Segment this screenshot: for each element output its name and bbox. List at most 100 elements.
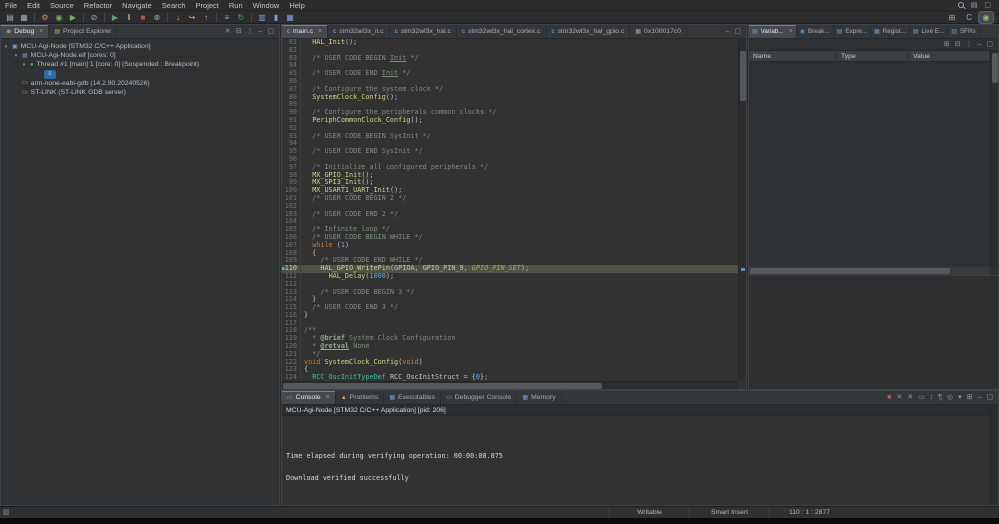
variables-tab-expre[interactable]: ▤Expre... xyxy=(834,25,871,38)
window-menu-icon[interactable]: ▢ xyxy=(984,2,991,9)
step-return-icon[interactable]: ↑ xyxy=(199,12,213,23)
display-selected-console-icon[interactable]: ▾ xyxy=(958,394,962,401)
editor-tab-stm32wl3x-it-c[interactable]: cstm32wl3x_it.c xyxy=(328,25,390,38)
collapse-all-icon[interactable]: ⊟ xyxy=(236,28,242,35)
scrollbar-thumb[interactable] xyxy=(992,53,998,83)
menu-project[interactable]: Project xyxy=(191,0,224,11)
debug-tree-row-6[interactable]: ▭ST-LINK (ST-LINK GDB server) xyxy=(1,88,279,97)
pin-console-icon[interactable]: ◎ xyxy=(947,394,953,401)
editor-tab-stm32wl3x-hal-gpio-c[interactable]: cstm32wl3x_hal_gpio.c xyxy=(547,25,631,38)
code-line-116[interactable]: 116} xyxy=(282,312,738,320)
save-icon[interactable]: ▦ xyxy=(17,12,31,23)
code-line-113[interactable]: 113 /* USER CODE BEGIN 3 */ xyxy=(282,289,738,297)
editor-horizontal-scrollbar[interactable] xyxy=(282,381,738,389)
console-output[interactable]: Time elapsed during verifying operation:… xyxy=(282,416,990,505)
editor-vertical-scrollbar[interactable] xyxy=(738,39,746,381)
code-line-106[interactable]: 106 /* USER CODE BEGIN WHILE */ xyxy=(282,234,738,242)
code-line-115[interactable]: 115 /* USER CODE END 3 */ xyxy=(282,304,738,312)
debug-tree-row-1[interactable]: ▾▣MCU-Agi-Node [STM32 C/C++ Application] xyxy=(1,42,279,51)
search-icon[interactable] xyxy=(958,2,964,8)
code-line-103[interactable]: 103 /* USER CODE END 2 */ xyxy=(282,211,738,219)
console-tab-debugger-console[interactable]: ▭Debugger Console xyxy=(441,391,517,404)
code-line-85[interactable]: 85 /* USER CODE END Init */ xyxy=(282,70,738,78)
code-area[interactable]: 81 HAL_Init();8283 /* USER CODE BEGIN In… xyxy=(282,39,738,381)
debug-tree-row-2[interactable]: ▾▦MCU-Agi-Node.elf [cores: 0] xyxy=(1,51,279,60)
editor-tab-stm32wl3x-hal-cortex-c[interactable]: cstm32wl3x_hal_cortex.c xyxy=(457,25,547,38)
close-icon[interactable]: × xyxy=(326,394,330,401)
code-line-83[interactable]: 83 /* USER CODE BEGIN Init */ xyxy=(282,55,738,63)
debug-tree-row-4[interactable]: ≡ xyxy=(1,70,279,79)
variables-tab-break[interactable]: ◉Break... xyxy=(797,25,834,38)
instruction-stepping-icon[interactable]: ≡ xyxy=(220,12,234,23)
code-line-88[interactable]: 88 SystemClock_Config(); xyxy=(282,94,738,102)
debug-perspective-icon[interactable]: ◉ xyxy=(979,12,993,23)
clear-console-icon[interactable]: ▭ xyxy=(918,394,925,401)
code-line-122[interactable]: 122void SystemClock_Config(void) xyxy=(282,359,738,367)
view-menu-icon[interactable]: ⋮ xyxy=(965,41,972,48)
collapse-all-icon[interactable]: ⊟ xyxy=(955,41,961,48)
resume-icon[interactable]: ▶ xyxy=(108,12,122,23)
terminate-icon[interactable]: ■ xyxy=(136,12,150,23)
code-line-111[interactable]: 111 HAL_Delay(1000); xyxy=(282,273,738,281)
disconnect-icon[interactable]: ⊗ xyxy=(150,12,164,23)
c-cpp-perspective-icon[interactable]: C xyxy=(962,12,976,23)
debug-tab-debug[interactable]: ◉Debug× xyxy=(1,25,49,38)
editor-tab-main-c[interactable]: cmain.c× xyxy=(282,25,328,38)
menu-navigate[interactable]: Navigate xyxy=(117,0,157,11)
expander-icon[interactable]: ▾ xyxy=(3,44,9,50)
code-line-91[interactable]: 91 PeriphCommonClock_Config(); xyxy=(282,117,738,125)
minimize-icon[interactable]: – xyxy=(977,41,981,48)
code-line-95[interactable]: 95 /* USER CODE END SysInit */ xyxy=(282,148,738,156)
debug-tree-row-3[interactable]: ▾●Thread #1 [main] 1 [core: 0] (Suspende… xyxy=(1,60,279,69)
swv-trace-icon[interactable]: ▮ xyxy=(269,12,283,23)
build-icon[interactable]: ⚙ xyxy=(38,12,52,23)
menu-run[interactable]: Run xyxy=(224,0,248,11)
column-header-name[interactable]: Name xyxy=(749,51,837,61)
scrollbar-thumb[interactable] xyxy=(740,51,746,101)
scroll-lock-icon[interactable]: ↕ xyxy=(930,394,934,401)
open-console-icon[interactable]: ⊞ xyxy=(967,394,973,401)
view-menu-icon[interactable]: ⋮ xyxy=(246,28,253,35)
minimize-icon[interactable]: – xyxy=(725,28,729,35)
scrollbar-thumb[interactable] xyxy=(283,383,602,389)
suspend-icon[interactable]: ‖ xyxy=(122,12,136,23)
run-launch-icon[interactable]: ▶ xyxy=(66,12,80,23)
variables-tab-live-e[interactable]: ▤Live E... xyxy=(910,25,948,38)
debug-launch-icon[interactable]: ◉ xyxy=(52,12,66,23)
menu-refactor[interactable]: Refactor xyxy=(79,0,117,11)
variables-table-body[interactable] xyxy=(749,62,990,267)
remove-launch-icon[interactable]: ✕ xyxy=(896,394,902,401)
close-icon[interactable]: × xyxy=(39,28,43,35)
variables-tab-sfrs[interactable]: ▥SFRs xyxy=(948,25,979,38)
memory-view-icon[interactable]: ▦ xyxy=(283,12,297,23)
console-vertical-scrollbar[interactable] xyxy=(990,405,998,505)
menu-help[interactable]: Help xyxy=(284,0,309,11)
maximize-icon[interactable]: ▢ xyxy=(267,28,274,35)
scrollbar-thumb[interactable] xyxy=(750,268,950,274)
minimize-icon[interactable]: – xyxy=(258,28,262,35)
code-line-101[interactable]: 101 /* USER CODE BEGIN 2 */ xyxy=(282,195,738,203)
expander-icon[interactable]: ▾ xyxy=(21,62,27,68)
debug-tree-row-5[interactable]: ▭arm-none-eabi-gdb (14.2.90.20240526) xyxy=(1,79,279,88)
hide-toolbar-icon[interactable]: ▤ xyxy=(971,2,978,9)
console-tab-problems[interactable]: ▲Problems xyxy=(336,391,385,404)
open-perspective-icon[interactable]: ⊞ xyxy=(945,12,959,23)
console-tab-executables[interactable]: ▦Executables xyxy=(384,391,441,404)
sfr-viewer-icon[interactable]: ▥ xyxy=(255,12,269,23)
code-line-81[interactable]: 81 HAL_Init(); xyxy=(282,39,738,47)
step-over-icon[interactable]: ↪ xyxy=(185,12,199,23)
close-icon[interactable]: × xyxy=(318,28,322,35)
editor-tab-stm32wl3x-hal-c[interactable]: cstm32wl3x_hal.c xyxy=(390,25,457,38)
variables-vertical-scrollbar[interactable] xyxy=(990,51,998,267)
maximize-icon[interactable]: ▢ xyxy=(986,41,993,48)
menu-source[interactable]: Source xyxy=(45,0,79,11)
debug-tab-project-explorer[interactable]: ▤Project Explorer xyxy=(49,25,117,38)
menu-search[interactable]: Search xyxy=(157,0,191,11)
editor-tab-0x100017c0[interactable]: ▦0x100017c0 xyxy=(630,25,687,38)
skip-all-breakpoints-icon[interactable]: ⊘ xyxy=(87,12,101,23)
remove-all-terminated-icon[interactable]: ✕ xyxy=(225,28,231,35)
minimize-icon[interactable]: – xyxy=(977,394,981,401)
menu-file[interactable]: File xyxy=(0,0,22,11)
variables-tab-variab[interactable]: ▤Variab...× xyxy=(749,25,797,38)
menu-edit[interactable]: Edit xyxy=(22,0,45,11)
